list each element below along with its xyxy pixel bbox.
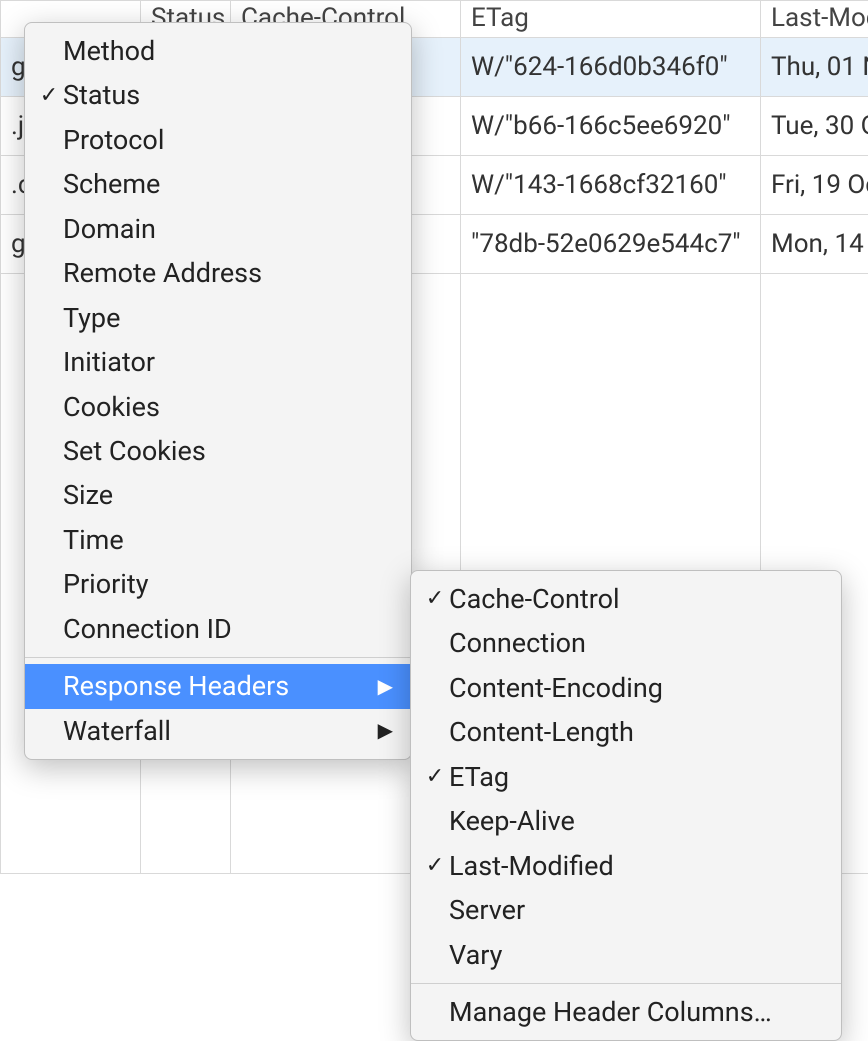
cell-etag: W/"143-1668cf32160" <box>461 156 761 215</box>
menu-item-label: Type <box>63 300 393 336</box>
menu-item-connection-id[interactable]: Connection ID <box>25 607 411 651</box>
menu-item-vary[interactable]: Vary <box>411 933 841 977</box>
cell-last: Fri, 19 Oc <box>761 156 868 215</box>
menu-item-label: Remote Address <box>63 255 393 291</box>
menu-item-label: Cache-Control <box>449 581 823 617</box>
menu-item-connection[interactable]: Connection <box>411 621 841 665</box>
menu-item-size[interactable]: Size <box>25 473 411 517</box>
menu-item-content-length[interactable]: Content-Length <box>411 710 841 754</box>
cell-last: Tue, 30 O <box>761 97 868 156</box>
menu-item-label: Scheme <box>63 166 393 202</box>
menu-item-server[interactable]: Server <box>411 888 841 932</box>
menu-item-method[interactable]: Method <box>25 29 411 73</box>
menu-item-label: Response Headers <box>63 668 354 704</box>
menu-item-waterfall[interactable]: Waterfall ▶ <box>25 709 411 753</box>
chevron-right-icon: ▶ <box>378 717 393 744</box>
menu-item-label: Server <box>449 892 823 928</box>
columns-context-menu: Method✓StatusProtocolSchemeDomainRemote … <box>24 22 412 760</box>
menu-item-remote-address[interactable]: Remote Address <box>25 251 411 295</box>
menu-item-label: Priority <box>63 566 393 602</box>
menu-item-label: Set Cookies <box>63 433 393 469</box>
menu-item-response-headers[interactable]: Response Headers ▶ <box>25 664 411 708</box>
col-last-modified[interactable]: Last-Mod <box>761 1 868 38</box>
menu-item-label: Connection ID <box>63 611 393 647</box>
menu-item-last-modified[interactable]: ✓Last-Modified <box>411 844 841 888</box>
check-icon: ✓ <box>35 81 63 111</box>
menu-item-domain[interactable]: Domain <box>25 207 411 251</box>
menu-item-label: ETag <box>449 759 823 795</box>
menu-item-label: Protocol <box>63 122 393 158</box>
menu-item-protocol[interactable]: Protocol <box>25 118 411 162</box>
menu-item-cookies[interactable]: Cookies <box>25 385 411 429</box>
menu-item-initiator[interactable]: Initiator <box>25 340 411 384</box>
menu-item-set-cookies[interactable]: Set Cookies <box>25 429 411 473</box>
menu-item-type[interactable]: Type <box>25 296 411 340</box>
check-icon: ✓ <box>421 851 449 881</box>
response-headers-submenu: ✓Cache-ControlConnectionContent-Encoding… <box>410 570 842 1041</box>
menu-item-status[interactable]: ✓Status <box>25 73 411 117</box>
menu-item-content-encoding[interactable]: Content-Encoding <box>411 666 841 710</box>
menu-item-label: Content-Encoding <box>449 670 823 706</box>
menu-item-label: Vary <box>449 937 823 973</box>
menu-item-label: Waterfall <box>63 713 354 749</box>
menu-item-label: Method <box>63 33 393 69</box>
menu-separator <box>25 657 411 658</box>
chevron-right-icon: ▶ <box>378 673 393 700</box>
menu-item-label: Initiator <box>63 344 393 380</box>
menu-item-keep-alive[interactable]: Keep-Alive <box>411 799 841 843</box>
menu-item-cache-control[interactable]: ✓Cache-Control <box>411 577 841 621</box>
menu-separator <box>411 983 841 984</box>
menu-item-label: Cookies <box>63 389 393 425</box>
menu-item-manage-header-columns[interactable]: Manage Header Columns… <box>411 990 841 1034</box>
menu-item-label: Domain <box>63 211 393 247</box>
check-icon: ✓ <box>421 584 449 614</box>
menu-item-label: Size <box>63 477 393 513</box>
cell-etag: W/"b66-166c5ee6920" <box>461 97 761 156</box>
cell-etag: W/"624-166d0b346f0" <box>461 38 761 97</box>
menu-item-time[interactable]: Time <box>25 518 411 562</box>
menu-item-label: Last-Modified <box>449 848 823 884</box>
menu-item-label: Keep-Alive <box>449 803 823 839</box>
cell-last: Thu, 01 N <box>761 38 868 97</box>
check-icon: ✓ <box>421 762 449 792</box>
menu-item-label: Content-Length <box>449 714 823 750</box>
menu-item-priority[interactable]: Priority <box>25 562 411 606</box>
menu-item-label: Status <box>63 77 393 113</box>
menu-item-label: Time <box>63 522 393 558</box>
cell-last: Mon, 14 M <box>761 215 868 274</box>
col-etag[interactable]: ETag <box>461 1 761 38</box>
menu-item-label: Manage Header Columns… <box>449 994 823 1030</box>
menu-item-label: Connection <box>449 625 823 661</box>
cell-etag: "78db-52e0629e544c7" <box>461 215 761 274</box>
menu-item-scheme[interactable]: Scheme <box>25 162 411 206</box>
menu-item-etag[interactable]: ✓ETag <box>411 755 841 799</box>
